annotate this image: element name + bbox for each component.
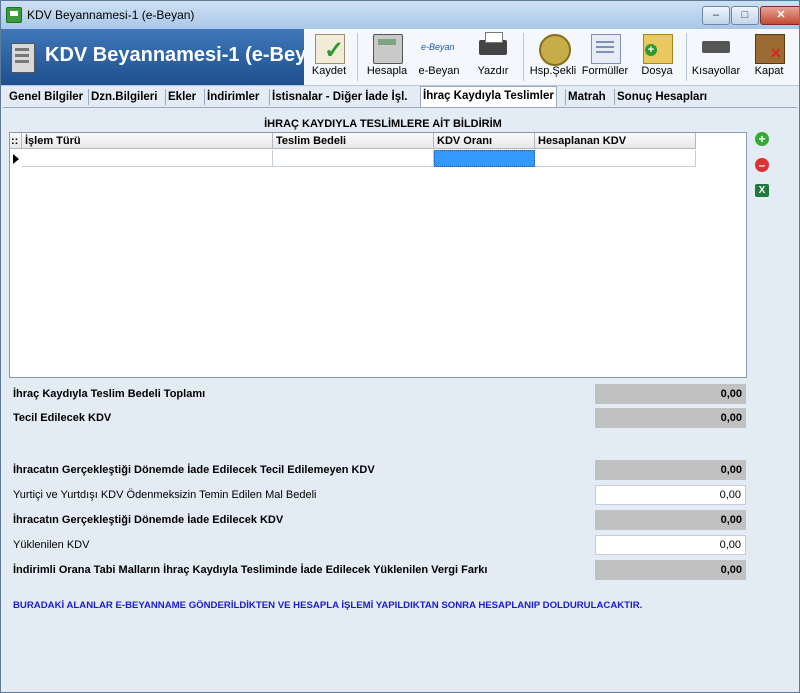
keyboard-icon	[702, 41, 730, 53]
cell-delivery-amount[interactable]	[273, 150, 434, 167]
printer-icon	[479, 32, 507, 55]
banner-title: KDV Beyannamesi-1 (e-Beyan)	[45, 44, 304, 66]
print-button[interactable]: Yazdır	[469, 29, 517, 85]
maximize-button[interactable]: □	[731, 6, 759, 25]
save-check-icon	[315, 34, 345, 65]
file-button[interactable]: Dosya	[633, 29, 681, 85]
exit-button[interactable]: Kapat	[745, 29, 793, 85]
tab-content-panel: İHRAÇ KAYDIYLA TESLİMLERE AİT BİLDİRİM :…	[3, 107, 797, 691]
shortcuts-button[interactable]: Kısayollar	[692, 29, 740, 85]
close-button[interactable]: ✕	[760, 6, 799, 25]
folder-icon	[643, 34, 673, 64]
app-window: KDV Beyannamesi-1 (e-Beyan) – □ ✕ KDV Be…	[0, 0, 800, 693]
cell-calculated-vat[interactable]	[535, 150, 696, 167]
minimize-button[interactable]: –	[702, 6, 730, 25]
app-icon	[6, 7, 22, 23]
section-title: İHRAÇ KAYDIYLA TESLİMLERE AİT BİLDİRİM	[264, 118, 502, 130]
tab-attachments[interactable]: Ekler	[165, 89, 198, 105]
e-beyan-button[interactable]: e-Beyan	[415, 29, 463, 85]
tab-correction-info[interactable]: Dzn.Bilgileri	[88, 89, 159, 105]
save-button[interactable]: Kaydet	[305, 29, 353, 85]
calculate-button[interactable]: Hesapla	[363, 29, 411, 85]
formulas-button[interactable]: Formüller	[581, 29, 629, 85]
export-delivery-grid[interactable]: :: İşlem Türü Teslim Bedeli KDV Oranı He…	[9, 132, 747, 378]
current-row-indicator-icon	[13, 154, 19, 164]
cell-transaction-type[interactable]	[22, 150, 273, 167]
tab-strip: Genel Bilgiler Dzn.Bilgileri Ekler İndir…	[1, 86, 799, 107]
cell-vat-rate[interactable]	[434, 150, 535, 167]
column-header-delivery-amount[interactable]: Teslim Bedeli	[273, 133, 434, 149]
column-header-vat-rate[interactable]: KDV Oranı	[434, 133, 535, 149]
add-row-icon[interactable]: +	[755, 132, 769, 146]
banner: KDV Beyannamesi-1 (e-Beyan)	[1, 29, 304, 85]
title-bar: KDV Beyannamesi-1 (e-Beyan) – □ ✕	[1, 1, 799, 29]
gear-icon	[539, 34, 571, 66]
tab-exemptions[interactable]: İstisnalar - Diğer İade İşl.	[269, 89, 410, 105]
goods-without-vat-input[interactable]: 0,00	[595, 485, 746, 505]
field-refund-non-deferrable-vat: İhracatın Gerçekleştiği Dönemde İade Edi…	[3, 460, 797, 480]
calculator-icon	[373, 34, 403, 64]
toolbar-header: KDV Beyannamesi-1 (e-Beyan) Kaydet Hesap…	[1, 29, 799, 86]
field-deferred-vat: Tecil Edilecek KDV 0,00	[3, 408, 797, 428]
forms-icon	[591, 34, 621, 64]
column-header-calculated-vat[interactable]: Hesaplanan KDV	[535, 133, 696, 149]
excel-export-icon[interactable]: X	[755, 184, 769, 197]
window-title: KDV Beyannamesi-1 (e-Beyan)	[27, 8, 195, 22]
tab-general-info[interactable]: Genel Bilgiler	[7, 89, 85, 105]
field-incurred-vat: Yüklenilen KDV 0,00	[3, 535, 797, 555]
field-total-export-delivery: İhraç Kaydıyla Teslim Bedeli Toplamı 0,0…	[3, 384, 797, 404]
form-document-icon	[11, 43, 35, 73]
calculation-method-button[interactable]: Hsp.Şekli	[529, 29, 577, 85]
field-refund-vat: İhracatın Gerçekleştiği Dönemde İade Edi…	[3, 510, 797, 530]
exit-door-icon	[755, 34, 785, 64]
column-header-transaction-type[interactable]: İşlem Türü	[22, 133, 273, 149]
grid-corner: ::	[10, 133, 22, 149]
delete-row-icon[interactable]: –	[755, 158, 769, 172]
field-reduced-rate-tax-difference: İndirimli Orana Tabi Malların İhraç Kayd…	[3, 560, 797, 580]
tab-result-calculations[interactable]: Sonuç Hesapları	[614, 89, 709, 105]
tab-tax-base[interactable]: Matrah	[565, 89, 608, 105]
incurred-vat-input[interactable]: 0,00	[595, 535, 746, 555]
tab-deductions[interactable]: İndirimler	[204, 89, 261, 105]
info-note: BURADAKİ ALANLAR E-BEYANNAME GÖNDERİLDİK…	[13, 600, 643, 611]
tab-export-deliveries[interactable]: İhraç Kaydıyla Teslimler	[420, 86, 557, 107]
field-goods-without-vat: Yurtiçi ve Yurtdışı KDV Ödenmeksizin Tem…	[3, 485, 797, 505]
e-beyan-icon	[421, 34, 455, 62]
